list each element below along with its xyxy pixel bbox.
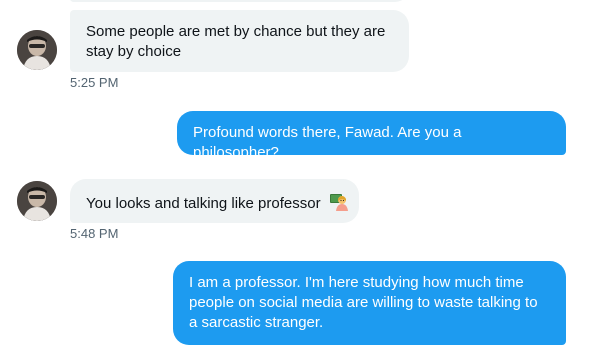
message-timestamp: 5:48 PM [70,226,119,241]
message-bubble-outgoing[interactable]: I am a professor. I'm here studying how … [173,261,566,345]
conversation-thread: Some people are met by chance but they a… [0,0,592,358]
avatar[interactable] [17,30,57,70]
avatar-photo-icon [17,30,57,70]
woman-teacher-icon [329,191,349,217]
message-bubble-outgoing[interactable]: Profound words there, Fawad. Are you a p… [177,111,566,161]
message-text: You looks and talking like professor [86,195,321,212]
message-text: I am a professor. I'm here studying how … [189,274,538,331]
avatar[interactable] [17,181,57,221]
message-bubble-incoming[interactable]: You looks and talking like professor [70,179,359,223]
message-text: Some people are met by chance but they a… [86,23,386,60]
avatar-photo-icon [17,181,57,221]
message-text: Profound words there, Fawad. Are you a p… [193,124,462,161]
message-timestamp: 5:25 PM [70,75,119,90]
previous-message-bubble-edge [70,0,409,2]
message-bubble-incoming[interactable]: Some people are met by chance but they a… [70,10,409,72]
